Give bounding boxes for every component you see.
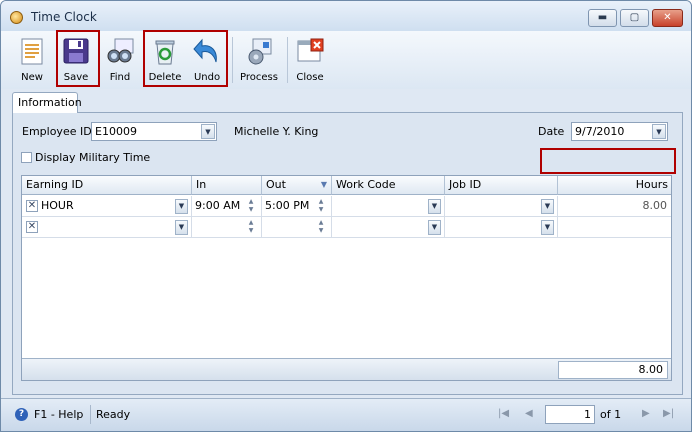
total-hours: 8.00: [558, 361, 668, 379]
title-bar: Time Clock ▬ ▢ ✕: [1, 1, 691, 31]
column-header-in[interactable]: In: [192, 176, 262, 195]
chevron-down-icon[interactable]: ▼: [541, 220, 554, 235]
help-label[interactable]: F1 - Help: [34, 408, 83, 421]
close-button[interactable]: Close: [291, 33, 329, 87]
process-gears-icon: [248, 38, 272, 65]
close-window-button[interactable]: ✕: [652, 9, 683, 27]
new-button[interactable]: New: [13, 33, 51, 87]
toolbar-separator: [287, 37, 288, 83]
empty-highlight-box: [540, 148, 676, 174]
spinner-icon[interactable]: ▲ ▼: [316, 219, 326, 236]
sort-arrow-icon: ▼: [320, 180, 327, 189]
find-label: Find: [109, 72, 131, 83]
column-header-out[interactable]: Out ▼: [262, 176, 332, 195]
process-label: Process: [240, 72, 278, 83]
new-document-icon: [21, 38, 43, 65]
minimize-button[interactable]: ▬: [588, 9, 617, 27]
work-code-cell[interactable]: ▼: [332, 196, 445, 217]
tab-information[interactable]: Information: [12, 92, 82, 113]
in-time-cell[interactable]: 9:00 AM ▲ ▼: [192, 196, 262, 217]
out-time-value: 5:00 PM: [265, 199, 310, 212]
job-id-cell[interactable]: ▼: [445, 196, 558, 217]
chevron-down-icon[interactable]: ▼: [541, 199, 554, 214]
maximize-button[interactable]: ▢: [620, 9, 649, 27]
chevron-down-icon[interactable]: ▼: [652, 124, 666, 139]
chevron-down-icon[interactable]: ▼: [428, 220, 441, 235]
employee-id-label: Employee ID: [22, 125, 92, 138]
job-id-cell[interactable]: ▼: [445, 217, 558, 238]
delete-row-icon[interactable]: ✕: [26, 200, 38, 212]
chevron-down-icon[interactable]: ▼: [201, 124, 215, 139]
earning-id-value: HOUR: [41, 199, 74, 212]
first-page-icon[interactable]: |◀: [498, 408, 509, 419]
grid-footer: 8.00: [22, 358, 671, 380]
new-label: New: [21, 72, 43, 83]
binoculars-icon: [107, 38, 134, 63]
in-time-cell[interactable]: ▲ ▼: [192, 217, 262, 238]
column-header-work-code[interactable]: Work Code: [332, 176, 445, 195]
time-entry-grid: Earning ID In Out ▼ Work Code Job ID Hou…: [21, 175, 672, 381]
earning-id-cell[interactable]: ✕ ▼: [22, 217, 192, 238]
close-label: Close: [296, 72, 324, 83]
chevron-down-icon[interactable]: ▼: [428, 199, 441, 214]
column-header-hours[interactable]: Hours: [558, 176, 671, 195]
employee-name: Michelle Y. King: [234, 125, 319, 138]
process-button[interactable]: Process: [237, 33, 281, 87]
status-divider: [90, 405, 91, 424]
help-icon[interactable]: ?: [15, 408, 28, 421]
military-time-checkbox[interactable]: [21, 152, 32, 163]
spinner-icon[interactable]: ▲ ▼: [316, 198, 326, 215]
military-time-label: Display Military Time: [35, 151, 151, 164]
next-page-icon[interactable]: ▶: [642, 408, 650, 419]
time-clock-window: Time Clock ▬ ▢ ✕ New Save Find Delete Un…: [0, 0, 692, 432]
previous-page-icon[interactable]: ◀: [525, 408, 533, 419]
employee-id-combo[interactable]: E10009 ▼: [91, 122, 217, 141]
hours-cell[interactable]: [558, 217, 671, 238]
find-button[interactable]: Find: [101, 33, 139, 87]
date-label: Date: [538, 125, 565, 138]
work-code-cell[interactable]: ▼: [332, 217, 445, 238]
clock-icon: [10, 11, 23, 24]
column-header-out-label: Out: [266, 178, 286, 191]
page-count: of 1: [600, 408, 622, 421]
chevron-down-icon[interactable]: ▼: [175, 220, 188, 235]
delete-undo-highlight-box: [143, 30, 228, 87]
toolbar: New Save Find Delete Undo Process Close: [1, 31, 691, 89]
page-number-input[interactable]: 1: [545, 405, 595, 424]
last-page-icon[interactable]: ▶|: [663, 408, 674, 419]
date-picker[interactable]: 9/7/2010 ▼: [571, 122, 668, 141]
save-highlight-box: [56, 30, 100, 87]
earning-id-cell[interactable]: ✕ HOUR ▼: [22, 196, 192, 217]
in-time-value: 9:00 AM: [195, 199, 241, 212]
toolbar-separator: [232, 37, 233, 83]
out-time-cell[interactable]: ▲ ▼: [262, 217, 332, 238]
window-title: Time Clock: [31, 10, 97, 24]
delete-row-icon[interactable]: ✕: [26, 221, 38, 233]
status-bar: ? F1 - Help Ready |◀ ◀ 1 of 1 ▶ ▶|: [1, 398, 691, 431]
close-form-icon: [297, 38, 324, 62]
spinner-icon[interactable]: ▲ ▼: [246, 198, 256, 215]
hours-cell[interactable]: 8.00: [558, 196, 671, 217]
date-value: 9/7/2010: [575, 125, 625, 138]
out-time-cell[interactable]: 5:00 PM ▲ ▼: [262, 196, 332, 217]
chevron-down-icon[interactable]: ▼: [175, 199, 188, 214]
status-text: Ready: [96, 408, 131, 421]
spinner-icon[interactable]: ▲ ▼: [246, 219, 256, 236]
column-header-job-id[interactable]: Job ID: [445, 176, 558, 195]
column-header-earning-id[interactable]: Earning ID: [22, 176, 192, 195]
employee-id-value: E10009: [95, 125, 137, 138]
